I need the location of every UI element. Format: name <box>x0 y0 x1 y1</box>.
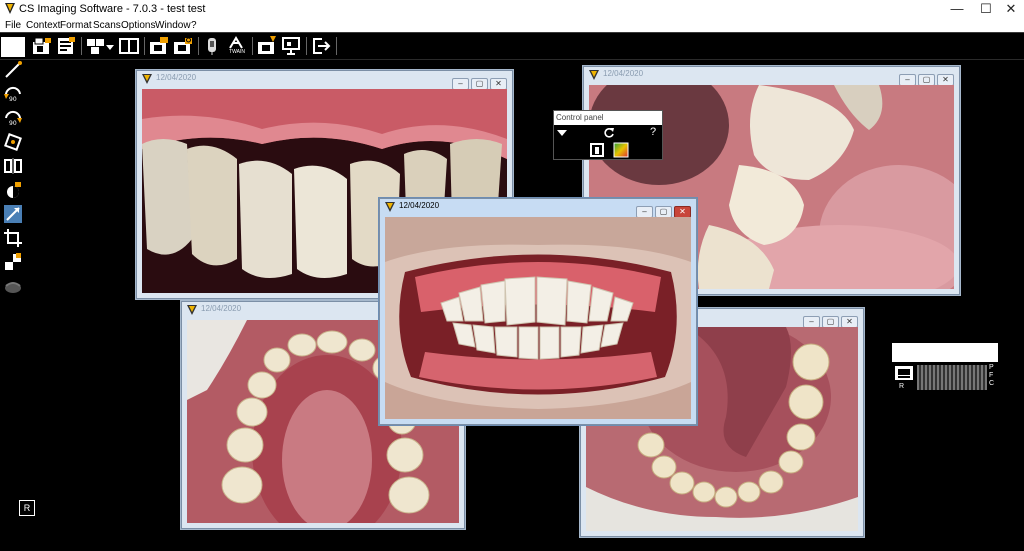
menu-scans[interactable]: Scans <box>93 20 121 31</box>
thumbnail-letter-f[interactable]: F <box>989 372 993 380</box>
menu-bar: File Context Format Scans Options Window… <box>0 19 1024 32</box>
measure-icon[interactable] <box>3 60 23 80</box>
app-icon <box>5 3 15 14</box>
image-window-header[interactable]: 12/04/2020 – ▢ ✕ <box>136 70 513 90</box>
xray-thumbnail-strip[interactable] <box>917 365 987 390</box>
zoom-icon[interactable] <box>3 204 23 224</box>
menu-context[interactable]: Context <box>26 20 60 31</box>
image-window-buttons: – ▢ ✕ <box>897 69 954 86</box>
image-window-frontal-smile[interactable]: 12/04/2020 – ▢ ✕ <box>378 197 698 426</box>
rotate-right-90-icon[interactable]: 90 <box>3 108 23 128</box>
rotate-left-90-icon[interactable]: 90 <box>3 84 23 104</box>
image-date: 12/04/2020 <box>399 201 440 210</box>
flip-icon[interactable] <box>3 156 23 176</box>
toolbar-separator <box>198 37 199 55</box>
corner-badge[interactable]: R <box>19 500 35 516</box>
chevron-down-icon[interactable] <box>106 43 114 51</box>
menu-options[interactable]: Options <box>121 20 155 31</box>
chevron-down-icon[interactable] <box>557 129 567 137</box>
image-date: 12/04/2020 <box>603 69 644 78</box>
toolbar-separator <box>306 37 307 55</box>
photo-frontal-smile <box>385 217 691 419</box>
image-window-icon <box>385 202 395 212</box>
menu-window[interactable]: Window <box>155 20 191 31</box>
image-date: 12/04/2020 <box>156 73 197 82</box>
contrast-adjust-icon[interactable] <box>589 142 605 158</box>
rotate-icon[interactable] <box>3 132 23 152</box>
sensor-icon[interactable] <box>201 36 223 56</box>
contrast-icon[interactable] <box>3 180 23 200</box>
export-icon[interactable] <box>148 36 170 56</box>
crop-icon[interactable] <box>3 228 23 248</box>
image-window-header[interactable]: 12/04/2020 – ▢ ✕ <box>583 66 960 86</box>
image-date: 12/04/2020 <box>201 304 242 313</box>
toolbar-separator <box>336 37 337 55</box>
display-mode-icon[interactable] <box>894 365 914 381</box>
twain-button[interactable]: TWAIN <box>225 36 247 56</box>
image-window-icon <box>589 70 599 80</box>
thumbnail-letter-c[interactable]: C <box>989 380 994 388</box>
svg-text:90: 90 <box>9 96 17 103</box>
report-icon[interactable] <box>55 36 77 56</box>
title-bar: CS Imaging Software - 7.0.3 - test test … <box>0 0 1024 19</box>
thumbnail-label: R <box>899 383 905 390</box>
image-window-header[interactable]: 12/04/2020 – ▢ ✕ <box>379 198 697 218</box>
tooth-icon[interactable] <box>3 276 23 296</box>
close-button[interactable]: ✕ <box>998 0 1024 19</box>
present-icon[interactable] <box>280 36 302 56</box>
twain-label: TWAIN <box>229 49 245 55</box>
toolbar-separator <box>144 37 145 55</box>
left-toolbar: 90 90 <box>0 58 26 308</box>
lock-icon[interactable] <box>172 36 194 56</box>
intraoral-photo <box>385 217 691 419</box>
compare-icon[interactable] <box>118 36 140 56</box>
color-adjust-icon[interactable] <box>613 142 629 158</box>
image-window-icon <box>142 74 152 84</box>
image-window-buttons: – ▢ ✕ <box>634 201 691 218</box>
toolbar-separator <box>81 37 82 55</box>
filter-icon[interactable] <box>3 252 23 272</box>
thumbnail-panel: R P F C <box>892 343 998 392</box>
toolbar-separator <box>252 37 253 55</box>
control-panel: Control panel ? <box>553 110 663 160</box>
toolbar-blank-field[interactable] <box>1 37 25 57</box>
image-window-buttons: – ▢ ✕ <box>450 73 507 90</box>
menu-format[interactable]: Format <box>60 20 92 31</box>
thumbnail-letter-p[interactable]: P <box>989 364 994 372</box>
menu-file[interactable]: File <box>5 20 21 31</box>
image-window-icon <box>187 305 197 315</box>
open-study-icon[interactable] <box>31 36 53 56</box>
exit-icon[interactable] <box>310 36 332 56</box>
twain-icon <box>229 36 243 49</box>
image-window-buttons: – ▢ ✕ <box>801 311 858 328</box>
toolbar: TWAIN <box>0 32 1024 60</box>
window-title: CS Imaging Software - 7.0.3 - test test <box>19 3 206 15</box>
acquire-icon[interactable] <box>256 36 278 56</box>
layout-icon[interactable] <box>85 36 107 56</box>
svg-text:90: 90 <box>9 120 17 127</box>
reset-icon[interactable] <box>603 127 615 139</box>
thumbnail-panel-header <box>892 343 998 362</box>
help-icon[interactable]: ? <box>650 126 656 138</box>
control-panel-title: Control panel <box>554 111 662 125</box>
menu-help[interactable]: ? <box>191 20 197 31</box>
